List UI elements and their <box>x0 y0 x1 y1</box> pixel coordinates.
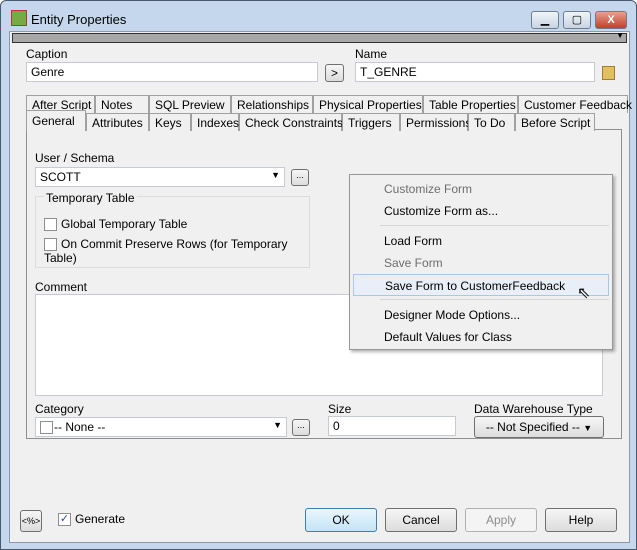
generate-label: Generate <box>75 512 126 526</box>
tab-triggers[interactable]: Triggers <box>342 113 400 131</box>
size-label: Size <box>328 402 352 416</box>
menu-item-customize-form-as[interactable]: Customize Form as... <box>353 200 609 222</box>
temporary-table-label: Temporary Table <box>44 191 137 205</box>
user-schema-browse-button[interactable]: ... <box>291 169 309 186</box>
size-input[interactable]: 0 <box>328 416 456 436</box>
category-label: Category <box>35 402 84 416</box>
minimize-button[interactable]: ▁ <box>531 11 559 29</box>
toolbar-strip[interactable]: ▼ <box>12 31 627 43</box>
ok-button[interactable]: OK <box>305 508 377 532</box>
global-temp-label: Global Temporary Table <box>61 217 188 231</box>
dropdown-arrow-icon: ▼ <box>616 31 624 40</box>
chevron-down-icon: ▼ <box>583 423 593 433</box>
tab-check-constraints[interactable]: Check Constraints <box>239 113 343 131</box>
dw-type-label: Data Warehouse Type <box>474 402 593 416</box>
context-menu: Customize Form Customize Form as... Load F… <box>349 174 613 350</box>
category-browse-button[interactable]: ... <box>292 419 310 436</box>
menu-item-save-form-to-customerfeedback[interactable]: Save Form to CustomerFeedback <box>353 274 609 296</box>
tab-notes[interactable]: Notes <box>95 95 149 113</box>
menu-item-load-form[interactable]: Load Form <box>353 230 609 252</box>
help-button[interactable]: Help <box>545 508 617 532</box>
dialog-window: Entity Properties ▁ ▢ X ▼ Caption Genre … <box>0 0 637 550</box>
tab-sql-preview[interactable]: SQL Preview <box>149 95 231 113</box>
maximize-button[interactable]: ▢ <box>563 11 591 29</box>
dw-type-value: -- Not Specified -- <box>485 420 580 434</box>
name-input[interactable]: T_GENRE <box>355 62 595 82</box>
copy-caption-button[interactable]: > <box>325 64 344 82</box>
mouse-cursor-icon: ⇖ <box>577 285 591 302</box>
close-button[interactable]: X <box>595 11 627 29</box>
menu-separator <box>380 225 609 226</box>
tab-relationships[interactable]: Relationships <box>231 95 313 113</box>
generate-checkbox[interactable]: ✓ Generate <box>58 512 126 527</box>
on-commit-checkbox[interactable]: On Commit Preserve Rows (for Temporary T… <box>44 237 309 265</box>
tab-customer-feedback[interactable]: Customer Feedback <box>518 95 632 113</box>
tab-before-script[interactable]: Before Script <box>515 113 595 131</box>
cancel-button[interactable]: Cancel <box>385 508 457 532</box>
dw-type-select[interactable]: -- Not Specified -- ▼ <box>474 416 604 438</box>
category-value: -- None -- <box>54 420 106 434</box>
menu-item-save-form[interactable]: Save Form <box>353 252 609 274</box>
menu-item-default-values-for-class[interactable]: Default Values for Class <box>353 326 609 348</box>
user-schema-value: SCOTT <box>40 170 81 184</box>
menu-item-designer-mode-options[interactable]: Designer Mode Options... <box>353 304 609 326</box>
tab-table-properties[interactable]: Table Properties <box>423 95 518 113</box>
category-select[interactable]: -- None -- ▼ <box>35 417 287 437</box>
tab-attributes[interactable]: Attributes <box>86 113 149 131</box>
chevron-down-icon: ▼ <box>271 170 280 180</box>
app-icon <box>11 10 27 26</box>
global-temp-checkbox[interactable]: Global Temporary Table <box>44 217 188 232</box>
caption-label: Caption <box>26 47 68 61</box>
tab-general[interactable]: General <box>26 110 86 131</box>
chevron-down-icon: ▼ <box>273 420 282 430</box>
menu-item-customize-form[interactable]: Customize Form <box>353 178 609 200</box>
user-schema-label: User / Schema <box>35 151 115 165</box>
caption-input[interactable]: Genre <box>26 62 318 82</box>
temporary-table-group: Temporary Table Global Temporary Table O… <box>35 191 310 268</box>
naming-icon[interactable] <box>602 66 615 80</box>
window-title: Entity Properties <box>31 12 127 27</box>
tab-physical-properties[interactable]: Physical Properties <box>313 95 423 113</box>
on-commit-label: On Commit Preserve Rows (for Temporary T… <box>44 237 288 266</box>
tab-keys[interactable]: Keys <box>149 113 191 131</box>
name-label: Name <box>355 47 388 61</box>
tab-indexes[interactable]: Indexes <box>191 113 239 131</box>
comment-label: Comment <box>35 280 88 294</box>
apply-button[interactable]: Apply <box>465 508 537 532</box>
user-schema-select[interactable]: SCOTT ▼ <box>35 167 285 187</box>
menu-separator <box>380 299 609 300</box>
macro-button[interactable]: <%> <box>20 510 42 532</box>
tab-to-do[interactable]: To Do <box>468 113 515 131</box>
tab-permissions[interactable]: Permissions <box>400 113 471 131</box>
